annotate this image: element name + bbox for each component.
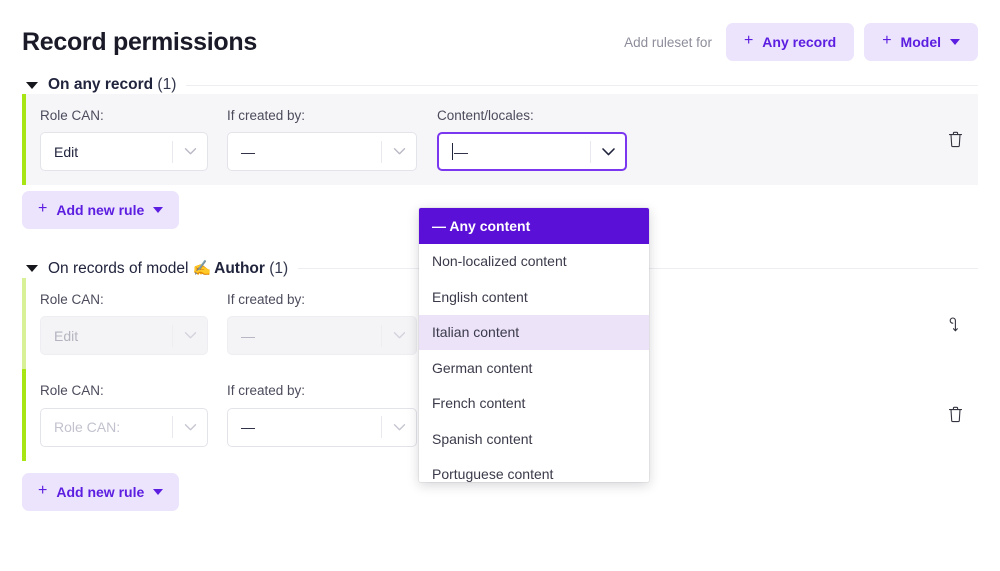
content-locales-value: — (454, 144, 468, 161)
chevron-down-icon (382, 331, 416, 340)
chevron-down-icon (382, 147, 416, 156)
role-can-select[interactable]: Role CAN: (40, 407, 208, 447)
field-role-can: Role CAN: Role CAN: (40, 383, 227, 447)
section-header-any-record: On any record (1) (0, 76, 1000, 94)
writing-hand-icon: ✍️ (192, 260, 212, 278)
section-collapse-toggle[interactable] (26, 265, 38, 273)
dropdown-option-any-content[interactable]: — Any content (419, 208, 649, 244)
select-value: — (241, 419, 255, 436)
plus-icon: + (38, 481, 48, 499)
chevron-down-icon (173, 423, 207, 432)
chevron-down-icon[interactable] (591, 147, 625, 157)
select-value: Edit (54, 327, 79, 344)
section-title-any-record: On any record (1) (48, 76, 176, 94)
dropdown-option-italian-content[interactable]: Italian content (419, 314, 649, 350)
plus-icon: + (38, 200, 48, 218)
field-if-created-by: If created by: — (227, 383, 437, 447)
if-created-by-select[interactable]: — (227, 132, 417, 172)
delete-rule-button[interactable] (932, 406, 978, 423)
field-label: If created by: (227, 292, 306, 308)
add-new-rule-button[interactable]: + Add new rule (22, 191, 180, 230)
dropdown-option-spanish-content[interactable]: Spanish content (419, 421, 649, 457)
field-label: Role CAN: (40, 108, 104, 123)
select-placeholder: Role CAN: (54, 419, 121, 436)
dropdown-option-non-localized-content[interactable]: Non-localized content (419, 244, 649, 280)
restore-rule-button[interactable] (932, 316, 978, 332)
text-caret (452, 143, 453, 161)
add-ruleset-model-button[interactable]: + Model (864, 23, 978, 61)
row-accent-bar (22, 278, 26, 370)
section-title-text: On records of model (48, 260, 189, 278)
field-role-can: Role CAN: Edit (40, 108, 227, 172)
plus-icon: + (882, 32, 892, 49)
trash-icon (948, 407, 962, 423)
select-value: — (241, 143, 255, 160)
section-collapse-toggle[interactable] (26, 81, 38, 89)
add-ruleset-any-record-button[interactable]: + Any record (725, 23, 855, 61)
add-ruleset-hint: Add ruleset for (624, 34, 712, 50)
select-value: Edit (54, 143, 79, 160)
section-model-name: Author (214, 260, 265, 278)
restore-icon (949, 317, 958, 332)
row-accent-bar (22, 369, 26, 461)
section-rule-count: (1) (157, 76, 177, 93)
if-created-by-select: — (227, 316, 417, 356)
header-actions: Add ruleset for + Any record + Model (624, 23, 978, 61)
field-label: If created by: (227, 108, 306, 123)
chevron-down-icon (153, 207, 164, 214)
field-label: Role CAN: (40, 383, 104, 399)
field-role-can: Role CAN: Edit (40, 292, 227, 356)
field-if-created-by: If created by: — (227, 108, 437, 172)
select-value: — (439, 143, 590, 161)
any-record-label: Any record (762, 34, 837, 50)
dropdown-option-german-content[interactable]: German content (419, 350, 649, 386)
chevron-down-icon (950, 39, 960, 45)
content-locales-dropdown[interactable]: — Any content Non-localized content Engl… (419, 208, 649, 482)
section-divider (186, 84, 978, 86)
delete-rule-button[interactable] (932, 131, 978, 148)
plus-icon: + (743, 32, 754, 49)
if-created-by-select[interactable]: — (227, 407, 417, 447)
field-label: If created by: (227, 383, 306, 399)
rules-block-any-record: Role CAN: Edit If created by: — Content/… (0, 94, 1000, 186)
dropdown-option-english-content[interactable]: English content (419, 279, 649, 315)
field-content-locales: Content/locales: — (437, 108, 647, 172)
add-new-rule-label: Add new rule (56, 202, 145, 219)
dropdown-option-portuguese-content[interactable]: Portuguese content (419, 457, 649, 482)
table-row: Role CAN: Edit If created by: — (22, 94, 978, 186)
model-label: Model (900, 34, 941, 50)
role-can-select: Edit (40, 316, 208, 356)
field-label: Content/locales: (437, 108, 534, 123)
field-if-created-by: If created by: — (227, 292, 437, 356)
chevron-down-icon (173, 147, 207, 156)
section-title-model-author: On records of model ✍️ Author (1) (48, 259, 288, 278)
section-title-text: On any record (48, 76, 154, 93)
role-can-select[interactable]: Edit (40, 132, 208, 172)
field-label: Role CAN: (40, 292, 104, 308)
row-fields: Role CAN: Edit If created by: — (40, 108, 932, 172)
add-new-rule-label: Add new rule (56, 483, 145, 500)
add-new-rule-button[interactable]: + Add new rule (22, 472, 180, 511)
content-locales-combobox[interactable]: — (437, 132, 627, 172)
chevron-down-icon (173, 331, 207, 340)
trash-icon (948, 131, 962, 148)
dropdown-option-french-content[interactable]: French content (419, 386, 649, 422)
row-accent-bar (22, 94, 26, 186)
section-rule-count: (1) (269, 260, 289, 278)
page-header: Record permissions Add ruleset for + Any… (0, 0, 1000, 70)
chevron-down-icon (382, 423, 416, 432)
select-value: — (241, 327, 255, 344)
page-title: Record permissions (22, 27, 257, 56)
chevron-down-icon (153, 488, 164, 495)
